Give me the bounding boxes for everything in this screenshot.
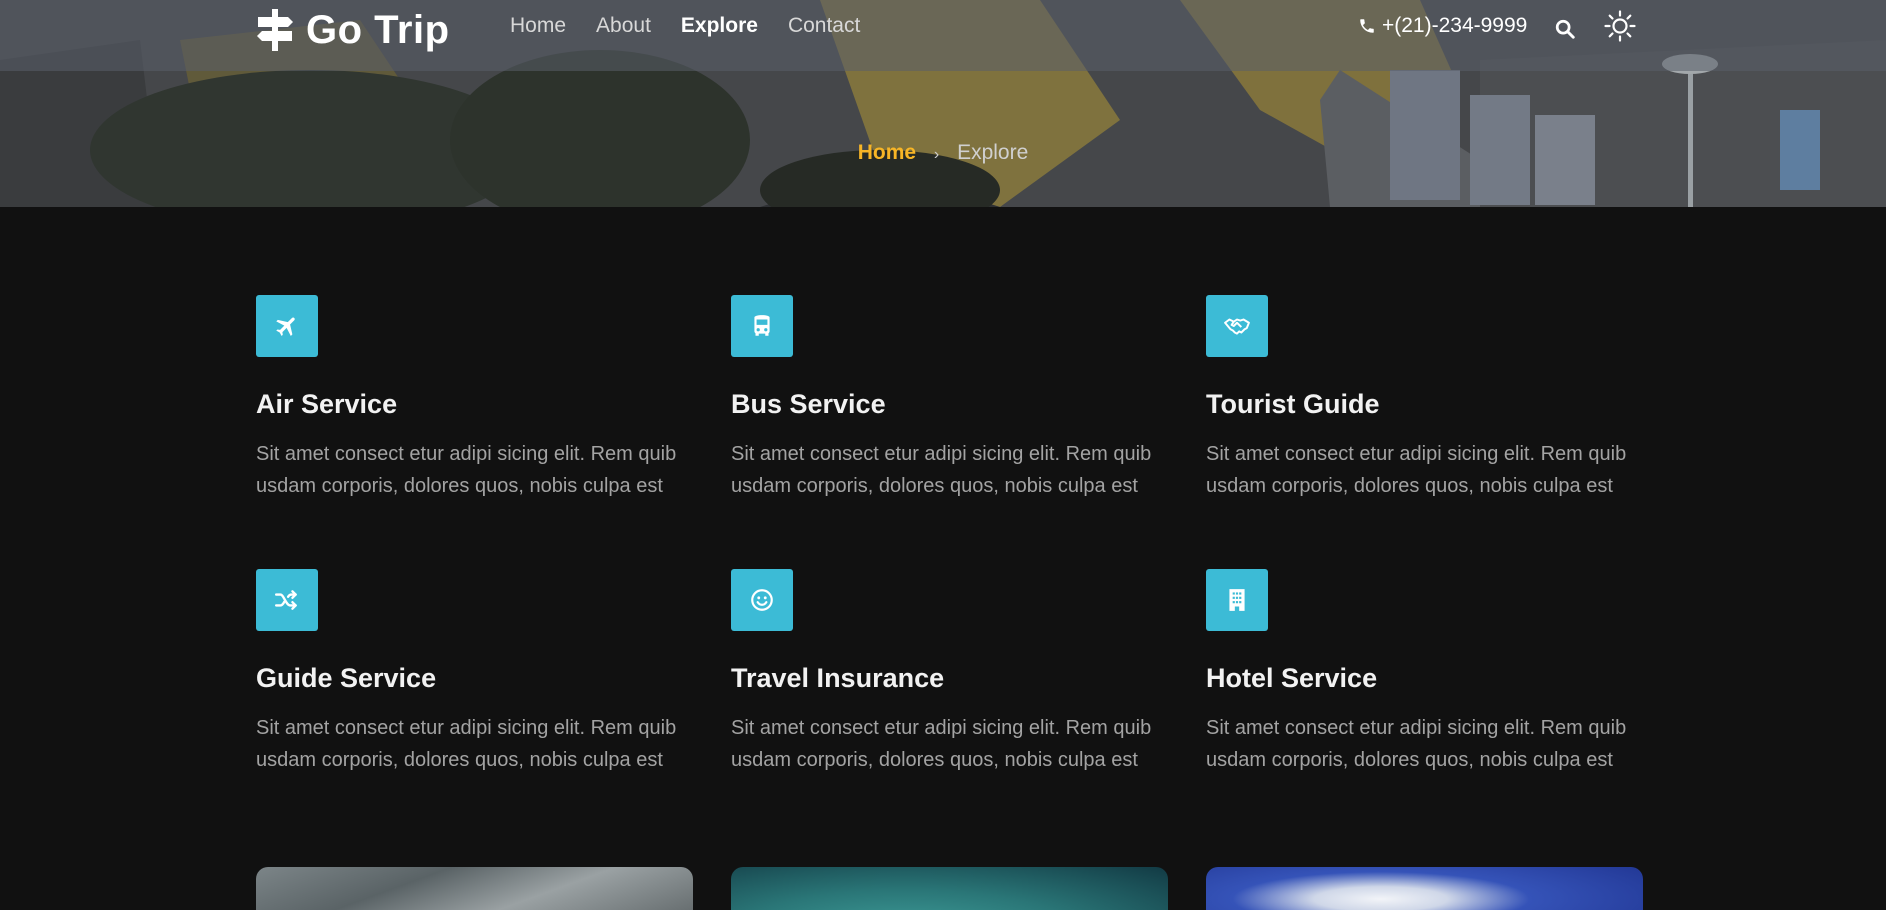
brand-name: Go Trip — [306, 7, 450, 52]
breadcrumb-separator: › — [933, 146, 940, 163]
service-card: Bus Service Sit amet consect etur adipi … — [731, 295, 1168, 569]
service-icon-box — [731, 569, 793, 631]
service-icon-box — [1206, 569, 1268, 631]
service-title: Guide Service — [256, 663, 437, 693]
nav-item-about[interactable]: About — [596, 14, 651, 38]
service-description: Sit amet consect etur adipi sicing elit.… — [256, 717, 677, 771]
destination-card-image[interactable] — [256, 867, 693, 910]
nav-item-explore[interactable]: Explore — [681, 14, 758, 38]
service-description: Sit amet consect etur adipi sicing elit.… — [731, 717, 1152, 771]
service-description: Sit amet consect etur adipi sicing elit.… — [731, 443, 1152, 497]
smile-icon — [751, 589, 773, 611]
service-card: Tourist Guide Sit amet consect etur adip… — [1206, 295, 1643, 569]
destination-card-image[interactable] — [731, 867, 1168, 910]
service-icon-box — [1206, 295, 1268, 357]
service-icon-box — [256, 569, 318, 631]
destination-cards — [256, 867, 1643, 910]
phone-icon — [1360, 19, 1374, 33]
phone-link[interactable]: +(21)-234-9999 — [1358, 14, 1527, 38]
sun-icon — [1604, 10, 1636, 42]
destination-card-image[interactable] — [1206, 867, 1643, 910]
breadcrumb-current: Explore — [957, 141, 1029, 164]
service-title: Air Service — [256, 389, 398, 419]
service-title: Tourist Guide — [1206, 389, 1380, 419]
bus-icon — [754, 315, 770, 336]
signpost-icon — [257, 9, 293, 51]
search-button[interactable] — [1554, 18, 1576, 40]
service-title: Travel Insurance — [731, 663, 945, 693]
service-description: Sit amet consect etur adipi sicing elit.… — [1206, 443, 1627, 497]
service-card: Guide Service Sit amet consect etur adip… — [256, 569, 693, 843]
plane-icon — [276, 317, 295, 336]
service-description: Sit amet consect etur adipi sicing elit.… — [256, 443, 677, 497]
service-title: Bus Service — [731, 389, 886, 419]
top-navbar: Go Trip Home About Explore Contact +(21)… — [0, 0, 1886, 71]
main-nav: Home About Explore Contact — [510, 14, 860, 38]
search-icon — [1555, 19, 1575, 39]
service-card: Travel Insurance Sit amet consect etur a… — [731, 569, 1168, 843]
service-description: Sit amet consect etur adipi sicing elit.… — [1206, 717, 1627, 771]
service-card: Hotel Service Sit amet consect etur adip… — [1206, 569, 1643, 843]
brand-logo[interactable]: Go Trip — [256, 6, 450, 54]
nav-item-home[interactable]: Home — [510, 14, 566, 38]
breadcrumb: Home › Explore — [0, 141, 1886, 165]
handshake-icon — [1224, 318, 1250, 335]
service-title: Hotel Service — [1206, 663, 1378, 693]
phone-number: +(21)-234-9999 — [1382, 14, 1528, 37]
breadcrumb-home-link[interactable]: Home — [858, 141, 916, 164]
hero-banner: Go Trip Home About Explore Contact +(21)… — [0, 0, 1886, 207]
nav-item-contact[interactable]: Contact — [788, 14, 860, 38]
building-icon — [1229, 589, 1245, 611]
service-icon-box — [731, 295, 793, 357]
theme-toggle-button[interactable] — [1604, 10, 1636, 42]
shuffle-icon — [274, 590, 297, 610]
services-grid: Air Service Sit amet consect etur adipi … — [256, 295, 1642, 843]
service-card: Air Service Sit amet consect etur adipi … — [256, 295, 693, 569]
service-icon-box — [256, 295, 318, 357]
